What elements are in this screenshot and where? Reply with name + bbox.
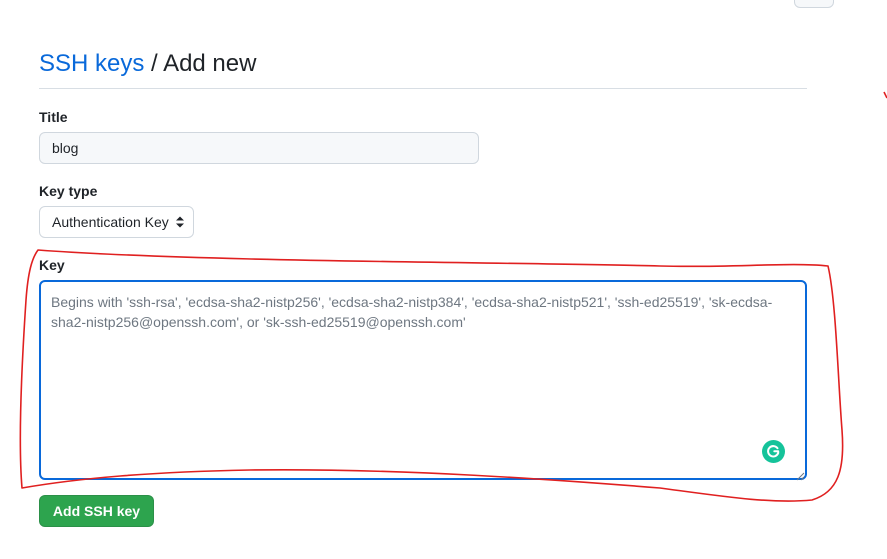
- top-right-button-partial[interactable]: [794, 0, 834, 8]
- key-label: Key: [39, 257, 65, 273]
- title-input[interactable]: [39, 132, 479, 164]
- key-type-select[interactable]: Authentication Key: [39, 206, 194, 238]
- page-title: SSH keys / Add new: [39, 48, 256, 80]
- breadcrumb-ssh-keys-link[interactable]: SSH keys: [39, 50, 144, 77]
- breadcrumb-current: Add new: [163, 50, 257, 77]
- title-label: Title: [39, 109, 68, 125]
- add-ssh-key-button[interactable]: Add SSH key: [39, 495, 154, 527]
- key-type-label: Key type: [39, 183, 98, 199]
- grammarly-icon[interactable]: [762, 440, 785, 463]
- add-ssh-key-page: SSH keys / Add new Title Key type Authen…: [0, 0, 887, 559]
- key-type-selected-value: Authentication Key: [52, 214, 169, 230]
- updown-caret-icon: [175, 215, 185, 229]
- breadcrumb-separator: /: [151, 50, 158, 77]
- key-textarea[interactable]: [39, 280, 807, 480]
- resize-handle-icon[interactable]: [796, 468, 805, 481]
- header-divider: [39, 88, 807, 89]
